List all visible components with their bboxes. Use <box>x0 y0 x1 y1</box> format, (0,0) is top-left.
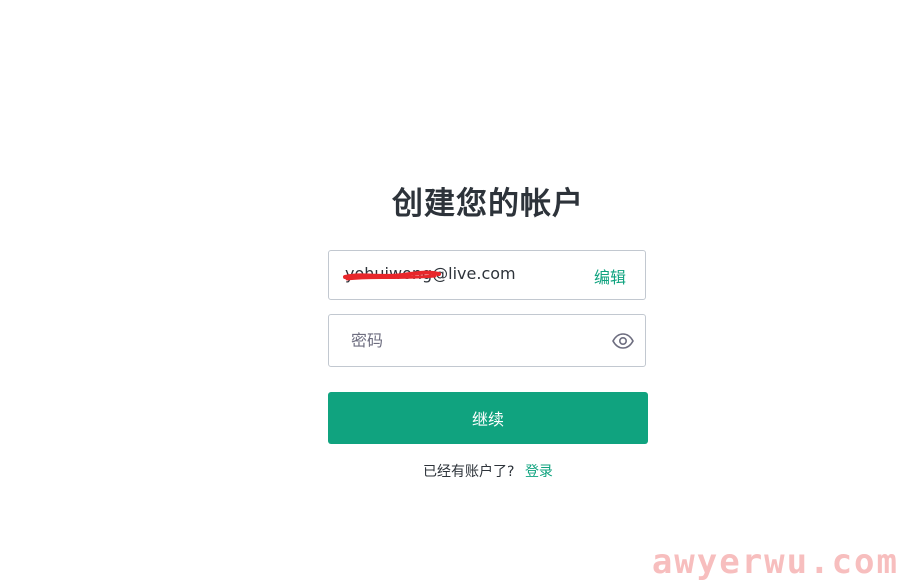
continue-button[interactable]: 继续 <box>328 392 648 444</box>
login-link[interactable]: 登录 <box>525 464 553 480</box>
redaction-scribble <box>343 270 441 281</box>
watermark: awyerwu.com <box>651 542 899 582</box>
edit-email-link[interactable]: 编辑 <box>594 264 626 288</box>
login-prompt-row: 已经有账户了? 登录 <box>0 461 917 481</box>
password-field[interactable] <box>328 314 646 367</box>
email-field[interactable]: yohuiwong@live.com 编辑 <box>328 250 646 300</box>
page-title: 创建您的帐户 <box>392 186 584 222</box>
eye-icon[interactable] <box>611 329 635 353</box>
password-input[interactable] <box>329 315 589 366</box>
login-prompt-text: 已经有账户了? <box>423 464 515 480</box>
